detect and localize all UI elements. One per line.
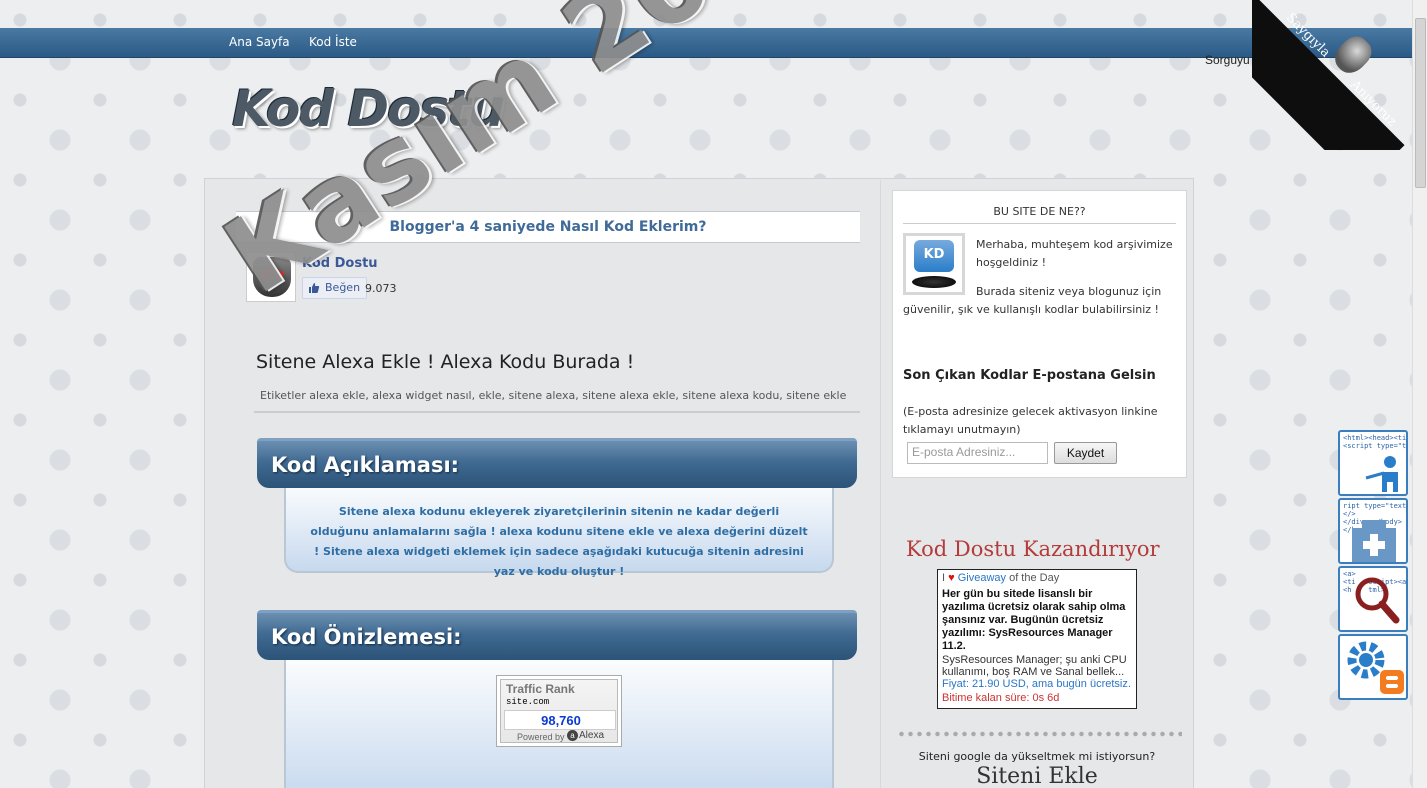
email-field[interactable]: E-posta Adresiniz... bbox=[907, 442, 1048, 464]
giveaway-brand: Giveaway bbox=[957, 572, 1007, 584]
alexa-rank-value: 98,760 bbox=[541, 713, 581, 728]
ribbon-band bbox=[1252, 0, 1405, 150]
heart-icon: ♥ bbox=[948, 572, 955, 584]
post-divider bbox=[254, 411, 860, 413]
giveaway-time-left: Bitime kalan süre: 0s 6d bbox=[942, 692, 1060, 704]
alexa-logo: a Alexa bbox=[567, 730, 604, 741]
alexa-rank-box: 98,760 bbox=[504, 710, 616, 730]
about-welcome: Merhaba, muhteşem kod arşivimize hoşgeld… bbox=[976, 238, 1173, 269]
seo-title[interactable]: Siteni Ekle bbox=[892, 764, 1182, 788]
side-tile-add-code[interactable]: ript type="text/javascript" </> </div> <… bbox=[1338, 498, 1408, 564]
alexa-powered-by: Powered by bbox=[517, 732, 565, 742]
description-header: Kod Açıklaması: bbox=[257, 438, 857, 488]
facebook-like-button[interactable]: Beğen bbox=[302, 277, 368, 299]
facebook-like-label: Beğen bbox=[325, 281, 361, 294]
alexa-brand: Alexa bbox=[579, 730, 605, 741]
giveaway-price: Fiyat: 21.90 USD, ama bugün ücretsiz. bbox=[942, 678, 1131, 690]
top-nav-bar: Ana Sayfa Kod İste bbox=[0, 28, 1412, 58]
thumbs-up-icon bbox=[309, 283, 320, 293]
giveaway-description: SysResources Manager; şu anki CPU kullan… bbox=[942, 654, 1127, 678]
sidebar-divider bbox=[880, 180, 881, 788]
search-icon bbox=[1355, 577, 1400, 624]
alexa-logo-icon: a bbox=[567, 730, 578, 741]
subscribe-button[interactable]: Kaydet bbox=[1054, 442, 1117, 464]
gear-icon bbox=[1347, 641, 1404, 694]
subscribe-note: (E-posta adresinize gelecek aktivasyon l… bbox=[903, 405, 1158, 436]
description-text: Sitene alexa kodunu ekleyerek ziyaretçil… bbox=[310, 505, 808, 578]
seo-prompt: Siteni google da yükseltmek mi istiyorsu… bbox=[918, 750, 1156, 763]
memorial-ribbon: Saygıyla Anıyoruz bbox=[1252, 0, 1412, 150]
description-panel: Sitene alexa kodunu ekleyerek ziyaretçil… bbox=[284, 478, 834, 578]
kd-logo-mark: KD bbox=[914, 240, 954, 272]
giveaway-widget[interactable]: I ♥ Giveaway of the Day Her gün bu sited… bbox=[937, 569, 1137, 709]
facebook-like-count: 9.073 bbox=[365, 282, 397, 295]
post-labels: Etiketler alexa ekle, alexa widget nasıl… bbox=[260, 389, 846, 402]
alexa-rank-widget[interactable]: Traffic Rank site.com 98,760 Powered by … bbox=[496, 675, 622, 747]
alexa-site: site.com bbox=[506, 697, 550, 707]
side-tile-blogger-settings[interactable] bbox=[1338, 634, 1408, 700]
facebook-page-name[interactable]: Kod Dostu bbox=[302, 256, 378, 271]
about-widget-rule bbox=[903, 223, 1176, 224]
site-logo[interactable]: Kod Dostu bbox=[232, 80, 505, 138]
side-tile-search-code[interactable]: <a> <ti script><a <h tml> bbox=[1338, 566, 1408, 632]
subscribe-title: Son Çıkan Kodlar E-postana Gelsin bbox=[903, 368, 1156, 383]
dotted-divider bbox=[897, 731, 1182, 737]
about-description-1: Burada siteniz veya blogunuz için bbox=[976, 285, 1162, 298]
kd-logo-icon: KD bbox=[903, 233, 965, 295]
add-icon bbox=[1352, 520, 1396, 562]
nav-link-request[interactable]: Kod İste bbox=[309, 35, 357, 49]
alexa-widget-inner: Traffic Rank site.com 98,760 Powered by … bbox=[500, 679, 618, 743]
nav-link-home[interactable]: Ana Sayfa bbox=[229, 35, 290, 49]
promo-title: Kod Dostu Kazandırıyor bbox=[906, 537, 1160, 561]
featured-link[interactable]: Blogger'a 4 saniyede Nasıl Kod Eklerim? bbox=[236, 211, 860, 243]
about-widget-title: BU SITE DE NE?? bbox=[993, 205, 1086, 218]
scrollbar-thumb[interactable] bbox=[1415, 18, 1426, 188]
avatar-letter: K> bbox=[261, 264, 285, 284]
post-title[interactable]: Sitene Alexa Ekle ! Alexa Kodu Burada ! bbox=[256, 351, 634, 373]
about-description-2: güvenilir, şık ve kullanışlı kodlar bula… bbox=[903, 303, 1159, 316]
alexa-title: Traffic Rank bbox=[506, 682, 575, 696]
giveaway-header: I ♥ Giveaway of the Day bbox=[942, 572, 1059, 584]
about-widget: BU SITE DE NE?? KD Merhaba, muhteşem kod… bbox=[892, 190, 1187, 478]
tile-code-text: <html><head><tit <script type="text/ bbox=[1343, 434, 1408, 450]
giveaway-bold-text: Her gün bu sitede lisanslı bir yazılıma … bbox=[942, 588, 1126, 652]
giveaway-suffix: of the Day bbox=[1009, 572, 1060, 584]
facebook-page-avatar[interactable]: K> bbox=[246, 252, 296, 302]
giveaway-prefix: I bbox=[942, 572, 946, 584]
teacher-icon bbox=[1365, 456, 1398, 492]
preview-header: Kod Önizlemesi: bbox=[257, 610, 857, 660]
page-scrollbar[interactable] bbox=[1412, 0, 1427, 788]
post-labels-list[interactable]: alexa ekle, alexa widget nasıl, ekle, si… bbox=[309, 389, 846, 402]
portrait-icon bbox=[1328, 30, 1378, 80]
side-tile-code-request[interactable]: <html><head><tit <script type="text/ bbox=[1338, 430, 1408, 496]
kd-logo-base bbox=[912, 276, 956, 288]
post-labels-prefix: Etiketler bbox=[260, 389, 306, 402]
